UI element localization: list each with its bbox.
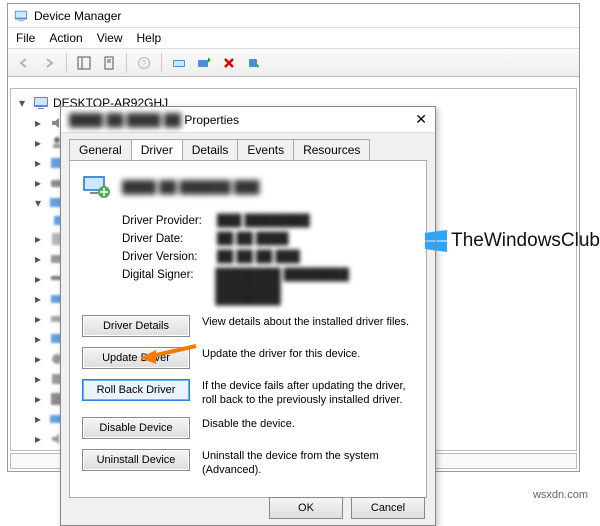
update-driver-button[interactable]: Update Driver: [82, 347, 190, 369]
toolbar: ?: [8, 49, 579, 77]
tab-details[interactable]: Details: [182, 139, 239, 160]
signer-value-blurred: ████████ ████████ ████████████████: [215, 269, 414, 305]
help-button: ?: [133, 52, 155, 74]
device-large-icon: [82, 173, 112, 201]
app-icon: [14, 9, 28, 23]
twisty-collapsed-icon[interactable]: ▸: [35, 113, 45, 133]
device-name-blurred: ████ ██ ██████ ███: [122, 180, 260, 194]
scan-hardware-button[interactable]: [168, 52, 190, 74]
signer-label: Digital Signer:: [122, 269, 215, 305]
tab-resources[interactable]: Resources: [293, 139, 370, 160]
uninstall-device-button[interactable]: Uninstall Device: [82, 449, 190, 471]
titlebar: Device Manager: [8, 4, 579, 28]
uninstall-desc: Uninstall the device from the system (Ad…: [202, 449, 414, 477]
date-label: Driver Date:: [122, 233, 217, 245]
tabs: General Driver Details Events Resources: [61, 133, 435, 160]
tab-driver[interactable]: Driver: [131, 139, 183, 160]
details-desc: View details about the installed driver …: [202, 315, 414, 329]
menu-help[interactable]: Help: [137, 31, 162, 45]
computer-icon: [33, 95, 49, 111]
windows-logo-icon: [425, 230, 447, 252]
dialog-titlebar: ████ ██ ████ ██ Properties ✕: [61, 107, 435, 133]
dialog-title-suffix: Properties: [184, 113, 239, 127]
cancel-button[interactable]: Cancel: [351, 497, 425, 519]
window-title: Device Manager: [34, 9, 121, 23]
device-name-blurred: ████ ██ ████ ██: [69, 113, 181, 127]
provider-value-blurred: ███ ████████: [217, 215, 310, 227]
menu-file[interactable]: File: [16, 31, 35, 45]
disable-device-button[interactable]: Disable Device: [82, 417, 190, 439]
properties-button[interactable]: [98, 52, 120, 74]
disable-desc: Disable the device.: [202, 417, 414, 431]
menu-action[interactable]: Action: [49, 31, 82, 45]
date-value-blurred: ██ ██ ████: [217, 233, 289, 245]
watermark-text: TheWindowsClub: [451, 230, 600, 252]
tab-general[interactable]: General: [69, 139, 132, 160]
svg-text:?: ?: [142, 59, 147, 68]
update-driver-button[interactable]: [193, 52, 215, 74]
version-label: Driver Version:: [122, 251, 217, 263]
disable-device-button[interactable]: [243, 52, 265, 74]
rollback-desc: If the device fails after updating the d…: [202, 379, 414, 407]
forward-button: [38, 52, 60, 74]
menu-view[interactable]: View: [97, 31, 123, 45]
source-text: wsxdn.com: [533, 489, 588, 501]
provider-label: Driver Provider:: [122, 215, 217, 227]
version-value-blurred: ██ ██ ██ ███: [217, 251, 300, 263]
tab-events[interactable]: Events: [237, 139, 294, 160]
update-desc: Update the driver for this device.: [202, 347, 414, 361]
uninstall-device-button[interactable]: [218, 52, 240, 74]
driver-panel: ████ ██ ██████ ███ Driver Provider:███ █…: [69, 160, 427, 498]
menu-bar: File Action View Help: [8, 28, 579, 49]
rollback-driver-button[interactable]: Roll Back Driver: [82, 379, 190, 401]
twisty-expanded-icon[interactable]: ▾: [19, 93, 29, 113]
properties-dialog: ████ ██ ████ ██ Properties ✕ General Dri…: [60, 106, 436, 526]
show-hide-tree-button[interactable]: [73, 52, 95, 74]
watermark: TheWindowsClub: [425, 230, 600, 252]
close-icon[interactable]: ✕: [415, 111, 427, 128]
driver-details-button[interactable]: Driver Details: [82, 315, 190, 337]
ok-button[interactable]: OK: [269, 497, 343, 519]
back-button: [13, 52, 35, 74]
